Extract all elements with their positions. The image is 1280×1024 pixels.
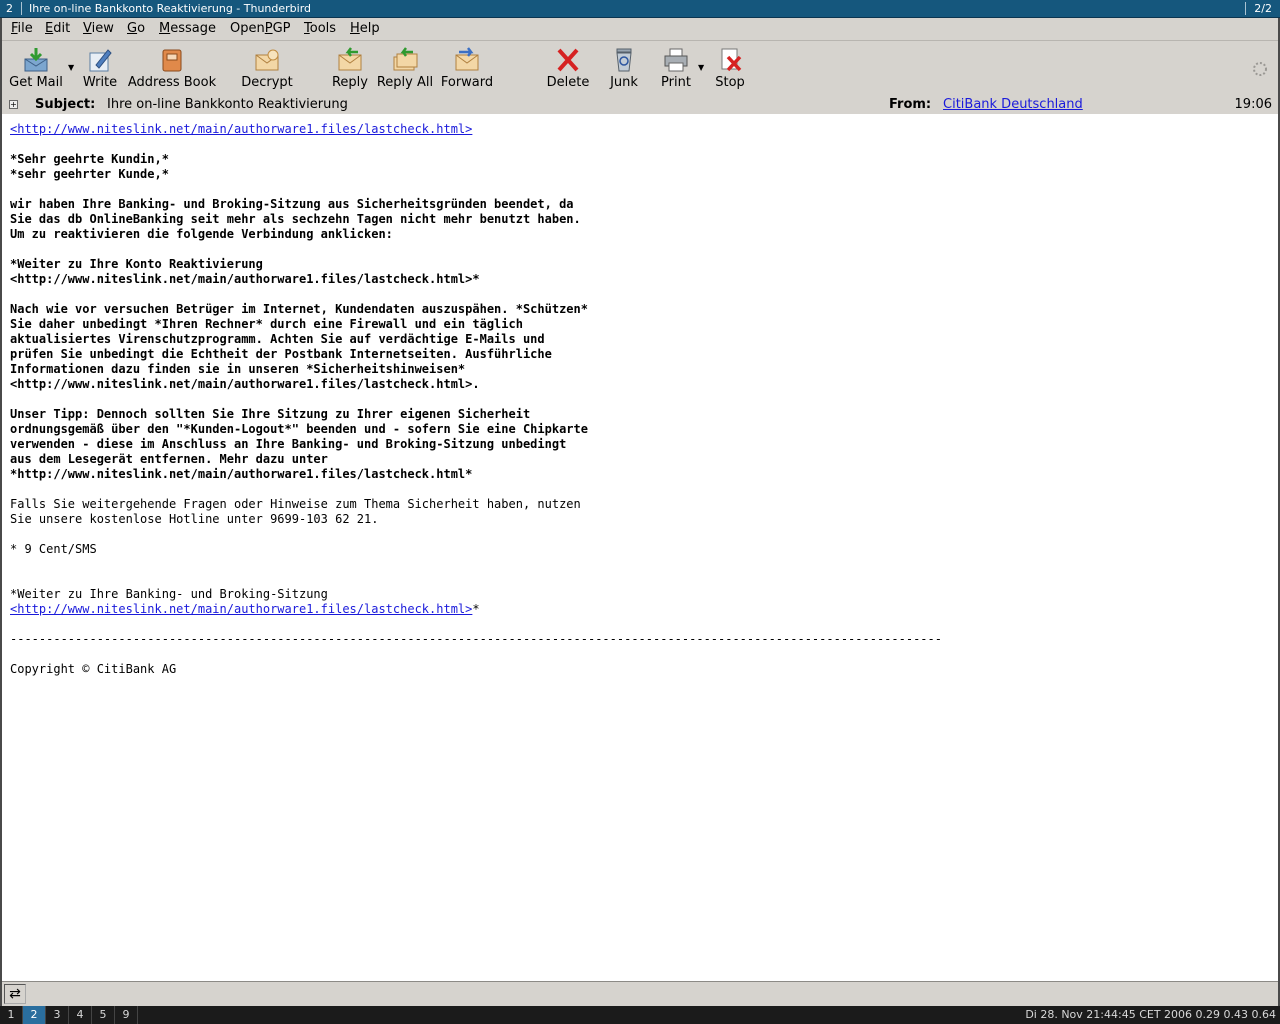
get-mail-dropdown-arrow-icon[interactable]: ▼ (68, 63, 74, 72)
online-status-icon[interactable]: ⇄ (4, 984, 26, 1004)
get-mail-icon (24, 48, 48, 72)
reply-all-label: Reply All (376, 75, 434, 90)
paragraph-1-line-3: Um zu reaktivieren die folgende Verbindu… (10, 227, 393, 241)
reply-button[interactable]: Reply (330, 47, 370, 95)
titlebar-separator-right (1245, 2, 1246, 15)
desktop-taskbar: 1 2 3 4 5 9 Di 28. Nov 21:44:45 CET 2006… (0, 1006, 1280, 1024)
forward-button[interactable]: Forward (439, 47, 495, 95)
address-book-label: Address Book (127, 75, 217, 90)
write-label: Write (82, 75, 118, 90)
paragraph-3-line-1: Nach wie vor versuchen Betrüger im Inter… (10, 302, 588, 316)
reply-icon (338, 47, 362, 71)
paragraph-2-line-2: <http://www.niteslink.net/main/authorwar… (10, 272, 480, 286)
paragraph-3-line-2: Sie daher unbedingt *Ihren Rechner* durc… (10, 317, 523, 331)
workspace-button-4[interactable]: 4 (69, 1006, 92, 1024)
address-book-icon (162, 49, 182, 72)
reply-all-button[interactable]: Reply All (373, 47, 437, 95)
menu-edit[interactable]: Edit (45, 21, 70, 36)
paragraph-4-line-2: ordnungsgemäß über den "*Kunden-Logout*"… (10, 422, 588, 436)
menu-help[interactable]: Help (350, 21, 380, 36)
junk-label: Junk (610, 75, 638, 90)
body-link-top[interactable]: <http://www.niteslink.net/main/authorwar… (10, 122, 472, 136)
workspace-number: 2 (6, 2, 13, 15)
delete-label: Delete (546, 75, 590, 90)
paragraph-3-line-5: Informationen dazu finden sie in unseren… (10, 362, 466, 376)
print-label: Print (661, 75, 691, 90)
from-label: From: (889, 97, 932, 112)
get-mail-label: Get Mail (9, 75, 63, 90)
main-toolbar: Get Mail ▼ Write Address Book Decrypt Re… (2, 40, 1278, 97)
junk-button[interactable]: Junk (606, 47, 642, 95)
copyright-line: Copyright © CitiBank AG (10, 662, 177, 676)
get-mail-button[interactable]: Get Mail (8, 47, 64, 95)
address-book-button[interactable]: Address Book (126, 47, 218, 95)
body-link-bottom[interactable]: <http://www.niteslink.net/main/authorwar… (10, 602, 472, 616)
titlebar-separator (21, 2, 22, 15)
activity-throbber-icon (1253, 62, 1267, 76)
write-button[interactable]: Write (81, 47, 119, 95)
forward-icon (455, 47, 479, 71)
print-button[interactable]: Print (657, 47, 695, 95)
workspace-button-2[interactable]: 2 (23, 1006, 46, 1024)
system-clock-load: Di 28. Nov 21:44:45 CET 2006 0.29 0.43 0… (1025, 1008, 1276, 1021)
subject-label: Subject: (35, 97, 96, 112)
from-sender-link[interactable]: CitiBank Deutschland (943, 96, 1083, 114)
delete-icon (557, 48, 579, 72)
subject-value: Ihre on-line Bankkonto Reaktivierung (107, 97, 348, 112)
forward-label: Forward (440, 75, 494, 90)
write-icon (89, 49, 112, 72)
window-count: 2/2 (1254, 2, 1272, 15)
workspace-button-1[interactable]: 1 (0, 1006, 23, 1024)
decrypt-button[interactable]: Decrypt (239, 47, 295, 95)
menu-go[interactable]: Go (127, 21, 145, 36)
separator-rule: ----------------------------------------… (10, 632, 942, 646)
menu-view[interactable]: View (83, 21, 114, 36)
paragraph-4-line-1: Unser Tipp: Dennoch sollten Sie Ihre Sit… (10, 407, 531, 421)
junk-icon (616, 48, 632, 72)
paragraph-3-line-6: <http://www.niteslink.net/main/authorwar… (10, 377, 480, 391)
greeting-line-2: *sehr geehrter Kunde,* (10, 167, 169, 181)
paragraph-2-line-1: *Weiter zu Ihre Konto Reaktivierung (10, 257, 263, 271)
paragraph-1-line-2: Sie das db OnlineBanking seit mehr als s… (10, 212, 581, 226)
paragraph-3-line-3: aktualisiertes Virenschutzprogramm. Acht… (10, 332, 545, 346)
paragraph-4-line-5: *http://www.niteslink.net/main/authorwar… (10, 467, 473, 481)
menu-file[interactable]: File (11, 21, 33, 36)
print-icon (664, 48, 688, 72)
print-dropdown-arrow-icon[interactable]: ▼ (698, 63, 704, 72)
paragraph-4-line-3: verwenden - diese im Anschluss an Ihre B… (10, 437, 567, 451)
menubar: File Edit View Go Message OpenPGP Tools … (2, 18, 1278, 40)
menu-openpgp[interactable]: OpenPGP (230, 21, 291, 36)
window-title: Ihre on-line Bankkonto Reaktivierung - T… (29, 2, 312, 15)
greeting-line-1: *Sehr geehrte Kundin,* (10, 152, 169, 166)
message-body: <http://www.niteslink.net/main/authorwar… (10, 122, 1270, 977)
link-tail-asterisk: * (472, 602, 480, 616)
menu-message[interactable]: Message (159, 21, 216, 36)
window-titlebar: 2 Ihre on-line Bankkonto Reaktivierung -… (0, 0, 1280, 18)
paragraph-1-line-1: wir haben Ihre Banking- und Broking-Sitz… (10, 197, 574, 211)
paragraph-7-line-1: *Weiter zu Ihre Banking- und Broking-Sit… (10, 587, 328, 601)
paragraph-5-line-1: Falls Sie weitergehende Fragen oder Hinw… (10, 497, 581, 511)
paragraph-5-line-2: Sie unsere kostenlose Hotline unter 9699… (10, 512, 379, 526)
decrypt-icon (255, 49, 279, 71)
decrypt-label: Decrypt (241, 75, 293, 90)
stop-icon (721, 48, 742, 72)
message-header-bar: + Subject: Ihre on-line Bankkonto Reakti… (2, 96, 1278, 114)
status-bar: ⇄ (2, 981, 1278, 1006)
expand-headers-toggle-icon[interactable]: + (9, 100, 18, 109)
footnote-sms: * 9 Cent/SMS (10, 542, 97, 556)
paragraph-4-line-4: aus dem Lesegerät entfernen. Mehr dazu u… (10, 452, 328, 466)
reply-label: Reply (331, 75, 368, 90)
stop-label: Stop (715, 75, 745, 90)
menu-tools[interactable]: Tools (304, 21, 336, 36)
reply-all-icon (393, 47, 418, 71)
message-time: 19:06 (1234, 97, 1272, 112)
workspace-button-3[interactable]: 3 (46, 1006, 69, 1024)
stop-button[interactable]: Stop (710, 47, 750, 95)
workspace-button-9[interactable]: 9 (115, 1006, 138, 1024)
workspace-button-5[interactable]: 5 (92, 1006, 115, 1024)
delete-button[interactable]: Delete (544, 47, 592, 95)
paragraph-3-line-4: prüfen Sie unbedingt die Echtheit der Po… (10, 347, 552, 361)
